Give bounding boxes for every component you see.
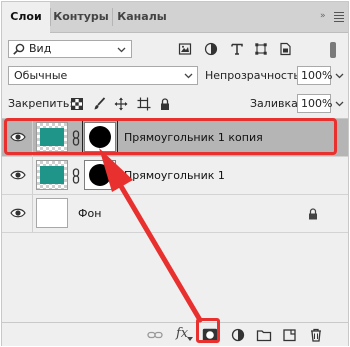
eye-icon[interactable] (10, 169, 26, 181)
chevron-down-icon (184, 73, 193, 79)
new-adjustment-layer-icon[interactable] (230, 328, 246, 342)
blend-mode-select[interactable]: Обычные (8, 66, 198, 85)
delete-layer-trash-icon[interactable] (308, 328, 324, 342)
adjustment-layer-filter-icon[interactable] (204, 42, 218, 56)
tab-layers[interactable]: Слои (2, 2, 50, 33)
lock-label: Закрепить: (8, 97, 74, 110)
mask-shape-preview (89, 164, 111, 186)
annotation-highlight-mask-button (196, 318, 220, 343)
chevron-down-icon[interactable] (335, 101, 344, 107)
new-group-folder-icon[interactable] (256, 328, 272, 342)
annotation-highlight-layer (4, 118, 337, 155)
prevent-autonest-artboard-icon[interactable] (137, 97, 151, 111)
layers-bottom-toolbar: fx (2, 322, 348, 346)
layer-thumbnail[interactable] (36, 160, 68, 190)
fill-input[interactable]: 100% (297, 94, 332, 113)
panel-menu-icon[interactable] (334, 12, 344, 24)
lock-transparent-pixels-icon[interactable] (70, 97, 84, 111)
filter-toggle-switch[interactable] (330, 42, 336, 58)
layers-panel: Слои Контуры Каналы » Вид Обычные Непроз… (1, 1, 349, 346)
visibility-column-divider (32, 195, 33, 232)
visibility-column-divider (32, 157, 33, 194)
chevron-down-icon[interactable] (335, 73, 344, 79)
layer-row[interactable]: Фон (2, 195, 348, 233)
opacity-label: Непрозрачность: (205, 69, 304, 82)
chevron-down-icon (117, 47, 126, 53)
tab-paths[interactable]: Контуры (51, 2, 111, 32)
layer-thumbnail[interactable] (36, 198, 68, 228)
search-icon (13, 43, 25, 55)
layer-mask-thumbnail[interactable] (84, 160, 116, 190)
panel-tab-bar: Слои Контуры Каналы » (2, 2, 348, 33)
filter-value: Вид (29, 42, 52, 55)
eye-icon[interactable] (10, 207, 26, 219)
tab-channels[interactable]: Каналы (113, 2, 171, 32)
new-layer-icon[interactable] (282, 328, 298, 342)
opacity-input[interactable]: 100% (297, 66, 332, 85)
type-layer-filter-icon[interactable] (230, 42, 244, 56)
blend-mode-value: Обычные (14, 69, 68, 82)
layer-row[interactable]: Прямоугольник 1 (2, 157, 348, 195)
collapse-panel-icon[interactable]: » (320, 11, 326, 21)
layer-name[interactable]: Прямоугольник 1 (124, 169, 225, 183)
pixel-layer-filter-icon[interactable] (178, 42, 192, 56)
lock-image-pixels-brush-icon[interactable] (92, 97, 106, 111)
fill-label: Заливка: (250, 97, 302, 110)
rectangle-shape-preview (40, 166, 64, 184)
layer-filter-select[interactable]: Вид (8, 40, 132, 58)
chain-link-icon[interactable] (71, 168, 81, 184)
chevron-down-icon (187, 337, 193, 341)
link-layers-icon[interactable] (147, 328, 163, 342)
smart-object-filter-icon[interactable] (278, 42, 292, 56)
layer-name[interactable]: Фон (78, 207, 101, 221)
lock-all-icon[interactable] (158, 97, 172, 111)
shape-layer-filter-icon[interactable] (254, 42, 268, 56)
lock-position-move-icon[interactable] (114, 97, 128, 111)
lock-icon[interactable] (308, 208, 318, 220)
